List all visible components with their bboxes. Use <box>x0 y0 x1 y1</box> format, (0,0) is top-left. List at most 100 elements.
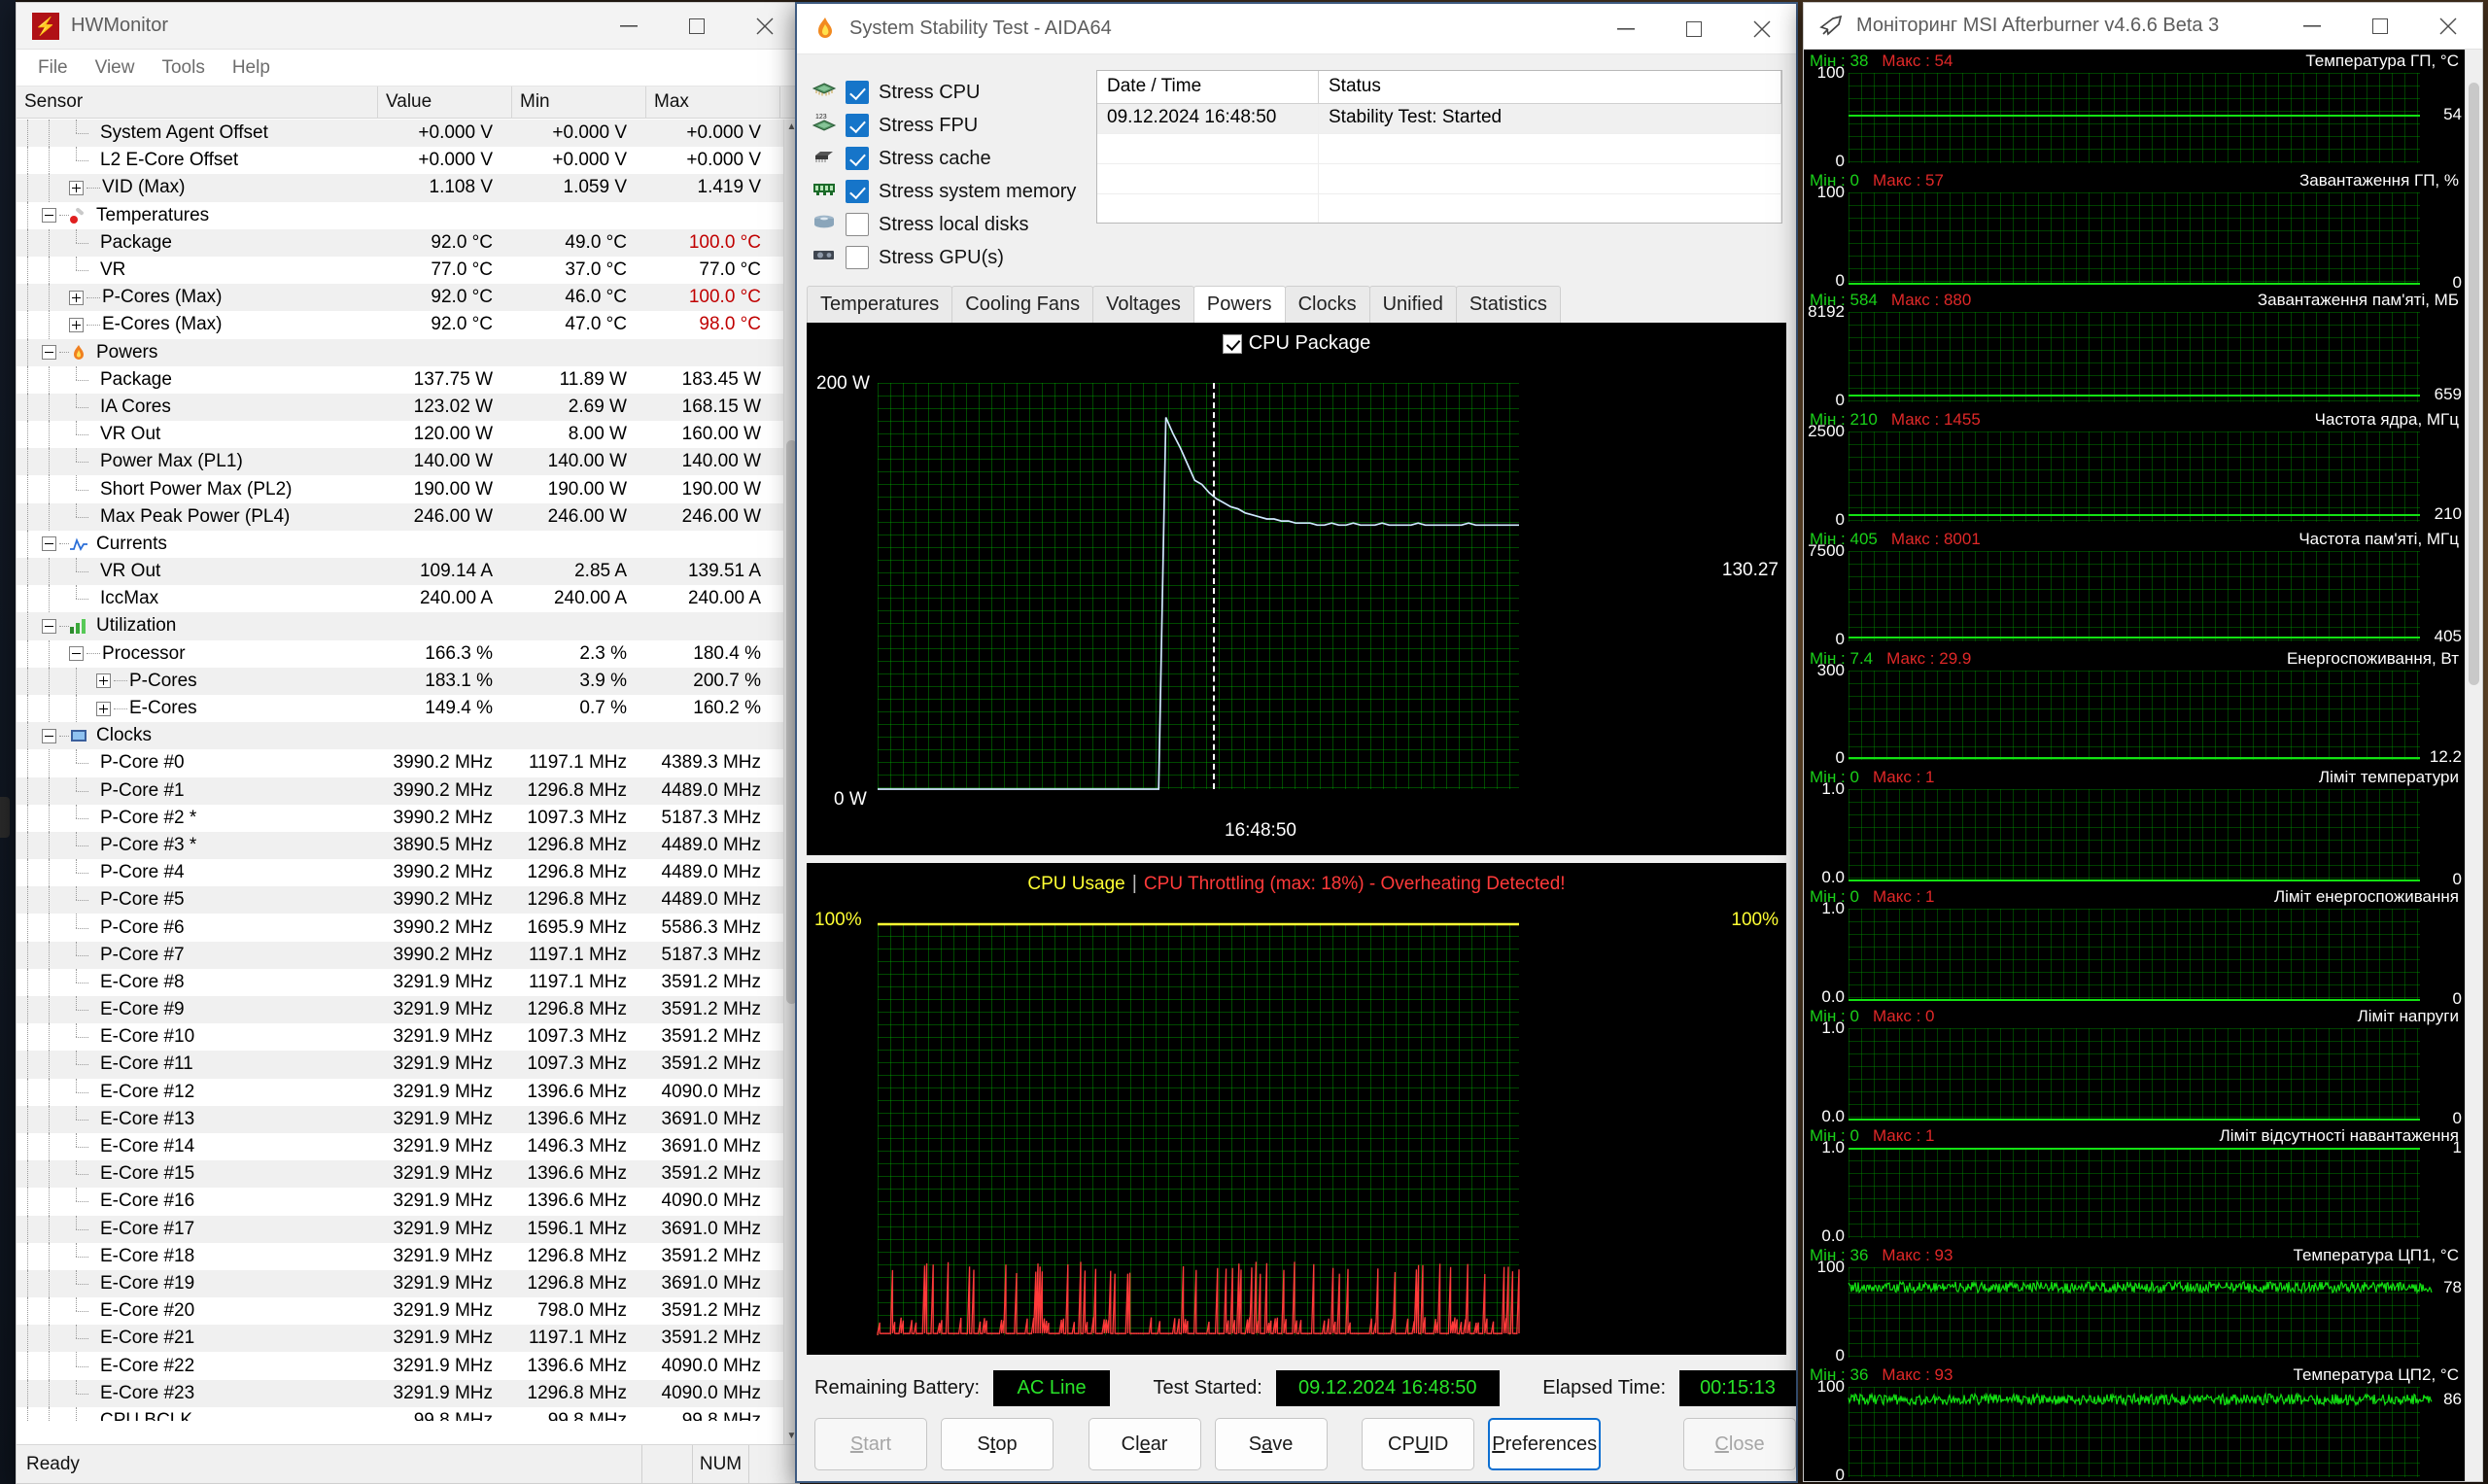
hwmonitor-window[interactable]: ⚡ HWMonitor File View Tools Help Sensor … <box>16 2 800 1484</box>
stress-option-stress-gpu-s[interactable]: Stress GPU(s) <box>811 241 1083 274</box>
menu-view[interactable]: View <box>82 53 149 83</box>
stability-log-grid[interactable]: Date / Time Status 09.12.2024 16:48:50 S… <box>1096 70 1782 224</box>
sensor-row[interactable]: Powers <box>17 338 783 366</box>
sensor-row[interactable]: P-Core #1 3990.2 MHz 1296.8 MHz 4489.0 MHz <box>17 777 783 805</box>
cpu-package-checkbox[interactable] <box>1222 333 1242 354</box>
hwmonitor-menubar[interactable]: File View Tools Help <box>17 50 799 86</box>
sensor-row[interactable]: E-Core #14 3291.9 MHz 1496.3 MHz 3691.0 MHz <box>17 1132 783 1161</box>
sensor-row[interactable]: E-Core #9 3291.9 MHz 1296.8 MHz 3591.2 MHz <box>17 996 783 1024</box>
column-header-status[interactable]: Status <box>1319 71 1781 103</box>
hwmonitor-column-headers[interactable]: Sensor Value Min Max <box>17 86 799 119</box>
sensor-row[interactable]: Package 92.0 °C 49.0 °C 100.0 °C <box>17 228 783 258</box>
sensor-row[interactable]: E-Core #15 3291.9 MHz 1396.6 MHz 3591.2 MHz <box>17 1160 783 1189</box>
msi-scrollbar[interactable] <box>2465 50 2482 1481</box>
msi-graph-gpu-temp[interactable]: Мін : 38 Макс : 54 Температура ГП, °C 100 0 5… <box>1804 50 2465 170</box>
sensor-row[interactable]: IA Cores 123.02 W 2.69 W 168.15 W <box>17 393 783 422</box>
sensor-row[interactable]: Clocks <box>17 722 783 750</box>
hwmonitor-window-controls[interactable] <box>595 3 799 49</box>
sensor-row[interactable]: VID (Max) 1.108 V 1.059 V 1.419 V <box>17 174 783 202</box>
sensor-row[interactable]: P-Core #0 3990.2 MHz 1197.1 MHz 4389.3 MHz <box>17 749 783 777</box>
aida64-tabs[interactable]: Temperatures Cooling Fans Voltages Powers Cl… <box>797 286 1796 323</box>
stress-option-stress-cache[interactable]: Stress cache <box>811 142 1083 175</box>
sensor-row[interactable]: E-Core #22 3291.9 MHz 1396.6 MHz 4090.0 MHz <box>17 1352 783 1380</box>
maximize-button[interactable] <box>663 3 731 49</box>
close-button[interactable] <box>731 3 799 49</box>
screen-edge-handle[interactable] <box>0 797 10 838</box>
sensor-row[interactable]: L2 E-Core Offset +0.000 V +0.000 V +0.000 V <box>17 147 783 175</box>
collapse-toggle[interactable] <box>42 618 56 634</box>
close-button[interactable] <box>1728 4 1796 53</box>
sensor-row[interactable]: Utilization <box>17 612 783 640</box>
sensor-row[interactable]: Temperatures <box>17 201 783 229</box>
aida64-button-row[interactable]: Start St op Cl e ar Sa ve CP U ID Preferences Close <box>797 1406 1796 1470</box>
msi-graph-stack[interactable]: Мін : 38 Макс : 54 Температура ГП, °C 100 0 5… <box>1804 50 2465 1481</box>
log-row[interactable]: 09.12.2024 16:48:50 Stability Test: Star… <box>1097 104 1781 134</box>
sensor-row[interactable]: Processor 166.3 % 2.3 % 180.4 % <box>17 639 783 668</box>
maximize-button[interactable] <box>1660 4 1728 53</box>
collapse-toggle[interactable] <box>69 646 84 662</box>
msi-graph-mem-clock[interactable]: Мін : 405 Макс : 8001 Частота пам'яті, МГц… <box>1804 528 2465 648</box>
sensor-row[interactable]: Currents <box>17 530 783 559</box>
stress-checkbox[interactable] <box>846 180 869 203</box>
sensor-row[interactable]: E-Core #20 3291.9 MHz 798.0 MHz 3591.2 MHz <box>17 1297 783 1326</box>
sensor-row[interactable]: P-Core #2 * 3990.2 MHz 1097.3 MHz 5187.3 MH… <box>17 804 783 833</box>
hwmonitor-sensor-list[interactable]: System Agent Offset +0.000 V +0.000 V +0.00… <box>17 120 783 1421</box>
expand-toggle[interactable] <box>96 701 111 716</box>
msi-graph-gpu-usage[interactable]: Мін : 0 Макс : 57 Завантаження ГП, % 100 0 0 <box>1804 169 2465 292</box>
sensor-row[interactable]: E-Core #19 3291.9 MHz 1296.8 MHz 3691.0 MHz <box>17 1269 783 1298</box>
minimize-button[interactable] <box>595 3 663 49</box>
stress-checkbox[interactable] <box>846 213 869 236</box>
sensor-row[interactable]: VR 77.0 °C 37.0 °C 77.0 °C <box>17 256 783 285</box>
sensor-row[interactable]: E-Core #17 3291.9 MHz 1596.1 MHz 3691.0 MHz <box>17 1215 783 1243</box>
cpuid-button[interactable]: CP U ID <box>1362 1418 1475 1470</box>
tab-statistics[interactable]: Statistics <box>1455 286 1561 323</box>
sensor-row[interactable]: P-Core #5 3990.2 MHz 1296.8 MHz 4489.0 MHz <box>17 886 783 915</box>
sensor-row[interactable]: E-Core #18 3291.9 MHz 1296.8 MHz 3591.2 MHz <box>17 1242 783 1271</box>
column-header-datetime[interactable]: Date / Time <box>1097 71 1319 103</box>
collapse-toggle[interactable] <box>42 536 56 552</box>
expand-toggle[interactable] <box>96 673 111 689</box>
expand-toggle[interactable] <box>69 317 84 332</box>
tab-powers[interactable]: Powers <box>1192 286 1286 323</box>
clear-button[interactable]: Cl e ar <box>1088 1418 1201 1470</box>
stress-option-stress-cpu[interactable]: Stress CPU <box>811 76 1083 109</box>
msi-graph-power[interactable]: Мін : 7.4 Макс : 29.9 Енергоспоживання, Вт… <box>1804 647 2465 768</box>
sensor-row[interactable]: P-Cores 183.1 % 3.9 % 200.7 % <box>17 667 783 696</box>
column-header-min[interactable]: Min <box>512 86 646 118</box>
stress-options-list[interactable]: Stress CPU 123 Stress FPU Stress cache Stres… <box>811 70 1083 274</box>
sensor-row[interactable]: E-Cores (Max) 92.0 °C 47.0 °C 98.0 °C <box>17 311 783 339</box>
sensor-row[interactable]: E-Core #21 3291.9 MHz 1197.1 MHz 3591.2 MHz <box>17 1325 783 1353</box>
hwmonitor-titlebar[interactable]: ⚡ HWMonitor <box>17 3 799 50</box>
cpu-usage-chart[interactable]: CPU Usage | CPU Throttling (max: 18%) - … <box>807 863 1786 1407</box>
msi-graph-container[interactable]: Мін : 38 Макс : 54 Температура ГП, °C 100 0 5… <box>1804 50 2482 1481</box>
preferences-button[interactable]: Preferences <box>1488 1418 1602 1470</box>
stress-checkbox[interactable] <box>846 246 869 269</box>
stop-button[interactable]: St op <box>941 1418 1054 1470</box>
sensor-row[interactable]: E-Core #16 3291.9 MHz 1396.6 MHz 4090.0 MHz <box>17 1188 783 1216</box>
sensor-row[interactable]: Power Max (PL1) 140.00 W 140.00 W 140.00 W <box>17 448 783 476</box>
stress-option-stress-local-disks[interactable]: Stress local disks <box>811 208 1083 241</box>
msi-graph-core-clock[interactable]: Мін : 210 Макс : 1455 Частота ядра, МГц 250… <box>1804 408 2465 529</box>
msi-graph-mem-usage[interactable]: Мін : 584 Макс : 880 Завантаження пам'яті,… <box>1804 289 2465 409</box>
expand-toggle[interactable] <box>69 290 84 305</box>
msi-graph-noload-limit[interactable]: Мін : 0 Макс : 1 Ліміт відсутності наванта… <box>1804 1124 2465 1245</box>
sensor-row[interactable]: P-Cores (Max) 92.0 °C 46.0 °C 100.0 °C <box>17 284 783 312</box>
column-header-value[interactable]: Value <box>378 86 512 118</box>
collapse-toggle[interactable] <box>42 208 56 224</box>
tab-cooling-fans[interactable]: Cooling Fans <box>951 286 1094 323</box>
menu-tools[interactable]: Tools <box>148 53 218 83</box>
stress-option-stress-system-memory[interactable]: Stress system memory <box>811 175 1083 208</box>
sensor-row[interactable]: Max Peak Power (PL4) 246.00 W 246.00 W 246.… <box>17 502 783 532</box>
msi-graph-voltage-limit[interactable]: Мін : 0 Макс : 0 Ліміт напруги 1.0 0.0 0 <box>1804 1005 2465 1127</box>
maximize-button[interactable] <box>2346 3 2414 49</box>
sensor-row[interactable]: System Agent Offset +0.000 V +0.000 V +0.00… <box>17 120 783 148</box>
minimize-button[interactable] <box>1592 4 1660 53</box>
sensor-row[interactable]: E-Core #13 3291.9 MHz 1396.6 MHz 3691.0 MHz <box>17 1105 783 1134</box>
sensor-row[interactable]: CPU BCLK 99.8 MHz 99.8 MHz 99.8 MHz <box>17 1406 783 1421</box>
sensor-row[interactable]: E-Core #23 3291.9 MHz 1296.8 MHz 4090.0 MHz <box>17 1379 783 1408</box>
sensor-row[interactable]: E-Core #12 3291.9 MHz 1396.6 MHz 4090.0 MHz <box>17 1078 783 1106</box>
msi-graph-cpu1-temp[interactable]: Мін : 36 Макс : 93 Температура ЦП1, °C 100 0… <box>1804 1244 2465 1364</box>
collapse-toggle[interactable] <box>42 345 56 361</box>
scrollbar-thumb[interactable] <box>2469 83 2479 685</box>
save-button[interactable]: Sa ve <box>1214 1418 1328 1470</box>
